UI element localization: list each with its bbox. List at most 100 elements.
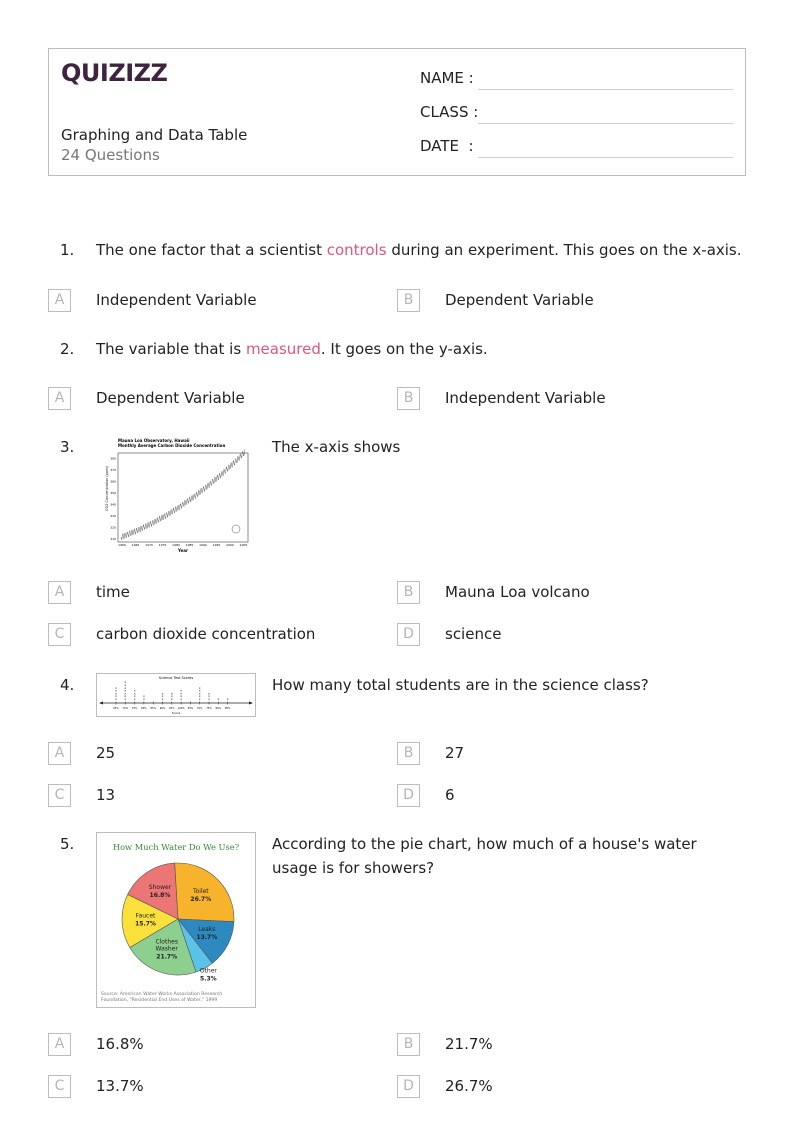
option-text[interactable]: 26.7% [445, 1077, 493, 1095]
co2-y-tick: 310 [110, 537, 116, 541]
name-field-label: NAME : [420, 69, 474, 87]
co2-y-tick: 350 [110, 491, 116, 495]
question-3-text: The x-axis shows [272, 438, 401, 456]
option-text[interactable]: 25 [96, 744, 115, 762]
option-letter-box[interactable]: D [397, 623, 420, 646]
pie-slice-label: Toilet [192, 888, 209, 895]
pie-slice-label: Shower [149, 884, 172, 891]
pie-slice-value: 5.3% [200, 975, 217, 982]
option-text[interactable]: 13.7% [96, 1077, 144, 1095]
dot-plot-tick-label: 70% [197, 706, 203, 710]
dot-plot-mark: x [199, 686, 201, 690]
dot-plot-tick-label: 85% [150, 706, 156, 710]
dot-plot-tick-label: 65% [113, 706, 119, 710]
co2-y-tick: 380 [110, 457, 116, 461]
option-text[interactable]: 27 [445, 744, 464, 762]
option-letter-box[interactable]: C [48, 623, 71, 646]
dot-plot-image: Science Test Scores 65% x x x x x 70% x x x x x x x 75… [96, 673, 256, 717]
dot-plot-mark: x [208, 691, 210, 695]
option-letter-box[interactable]: B [397, 387, 420, 410]
quizizz-logo: QUIZIZZ [61, 59, 168, 87]
question-4-number: 4. [60, 676, 75, 694]
co2-xlabel: Year [177, 548, 188, 553]
pie-source-2: Foundation, "Residential End Uses of Wat… [101, 997, 217, 1003]
dot-plot-mark: x [143, 694, 145, 698]
option-text[interactable]: time [96, 583, 130, 601]
option-text[interactable]: Independent Variable [445, 389, 606, 407]
co2-y-tick: 340 [110, 503, 116, 507]
class-field-line[interactable] [478, 123, 733, 124]
option-text[interactable]: 16.8% [96, 1035, 144, 1053]
option-letter-box[interactable]: D [397, 784, 420, 807]
worksheet-title: Graphing and Data Table [61, 126, 248, 144]
dot-plot-mark: x [180, 689, 182, 693]
co2-x-tick: 1980 [172, 543, 180, 547]
question-2-number: 2. [60, 340, 75, 358]
option-text[interactable]: 21.7% [445, 1035, 493, 1053]
co2-title-2: Monthly Average Carbon Dioxide Concentra… [118, 443, 226, 448]
dot-plot-tick-label: 80% [141, 706, 147, 710]
option-letter-box[interactable]: A [48, 289, 71, 312]
pie-chart-image: How Much Water Do We Use? Toilet 26.7% Lea… [96, 832, 256, 1008]
question-count: 24 Questions [61, 146, 160, 164]
pie-slice-value: 21.7% [156, 953, 177, 960]
co2-y-tick: 370 [110, 468, 116, 472]
option-text[interactable]: Dependent Variable [445, 291, 594, 309]
option-text[interactable]: Dependent Variable [96, 389, 245, 407]
co2-data-series [120, 449, 246, 540]
pie-slice-label: Faucet [136, 912, 156, 919]
option-letter-box[interactable]: D [397, 1075, 420, 1098]
pie-slice-value: 15.7% [135, 920, 156, 927]
co2-x-tick: 1960 [118, 543, 126, 547]
option-text[interactable]: science [445, 625, 501, 643]
dot-plot-mark: x [124, 680, 126, 684]
option-text[interactable]: Mauna Loa volcano [445, 583, 590, 601]
date-field-line[interactable] [478, 157, 733, 158]
option-letter-box[interactable]: B [397, 289, 420, 312]
pie-slice-label: Leaks [198, 926, 215, 933]
co2-x-tick: 2005 [240, 543, 248, 547]
option-letter-box[interactable]: A [48, 581, 71, 604]
question-1-number: 1. [60, 241, 75, 259]
co2-graph: Mauna Loa Observatory, Hawaii Monthly Av… [105, 438, 249, 553]
co2-y-ticks: 310 320 330 340 350 360 370 380 [110, 457, 116, 542]
dot-plot-tick-label: 80% [216, 706, 222, 710]
dot-plot-tick-label: 85% [225, 706, 231, 710]
option-letter-box[interactable]: A [48, 387, 71, 410]
dot-plot-mark: x [171, 691, 173, 695]
co2-graph-image: Mauna Loa Observatory, Hawaii Monthly Av… [96, 436, 256, 556]
option-text[interactable]: 6 [445, 786, 455, 804]
pie-slice-value: 26.7% [190, 896, 211, 903]
highlight-word: controls [326, 241, 387, 259]
option-letter-box[interactable]: C [48, 784, 71, 807]
dot-plot-mark: x [162, 691, 164, 695]
water-usage-pie-chart: How Much Water Do We Use? Toilet26.7% Lea… [101, 842, 240, 1003]
co2-x-tick: 1975 [159, 543, 167, 547]
option-letter-box[interactable]: A [48, 1033, 71, 1056]
option-letter-box[interactable]: B [397, 581, 420, 604]
question-5-text: According to the pie chart, how much of … [272, 835, 697, 877]
dot-plot-tick-label: 95% [169, 706, 175, 710]
dot-plot-tick-label: 70% [123, 706, 129, 710]
co2-y-tick: 360 [110, 480, 116, 484]
co2-x-tick: 1985 [186, 543, 194, 547]
option-letter-box[interactable]: B [397, 742, 420, 765]
co2-x-tick: 1965 [132, 543, 140, 547]
option-text[interactable]: Independent Variable [96, 291, 257, 309]
option-letter-box[interactable]: C [48, 1075, 71, 1098]
option-text[interactable]: carbon dioxide concentration [96, 625, 315, 643]
question-2-text: The variable that is measured. It goes o… [96, 340, 488, 358]
co2-line [120, 449, 246, 540]
pie-slice-label: Other [200, 967, 218, 974]
dot-plot: Science Test Scores 65%xxxxx70%xxxxxxx75… [99, 676, 253, 715]
option-text[interactable]: 13 [96, 786, 115, 804]
name-field-line[interactable] [478, 89, 733, 90]
co2-x-ticks: 1960 1965 1970 1975 1980 1985 1990 1995 2000 2005 [118, 543, 247, 547]
co2-x-tick: 2000 [226, 543, 234, 547]
axis-arrow-left-icon [99, 701, 103, 705]
option-letter-box[interactable]: A [48, 742, 71, 765]
co2-y-tick: 330 [110, 514, 116, 518]
option-letter-box[interactable]: B [397, 1033, 420, 1056]
co2-ylabel: CO2 Concentration (ppm) [105, 465, 109, 511]
dot-plot-title: Science Test Scores [159, 676, 193, 680]
